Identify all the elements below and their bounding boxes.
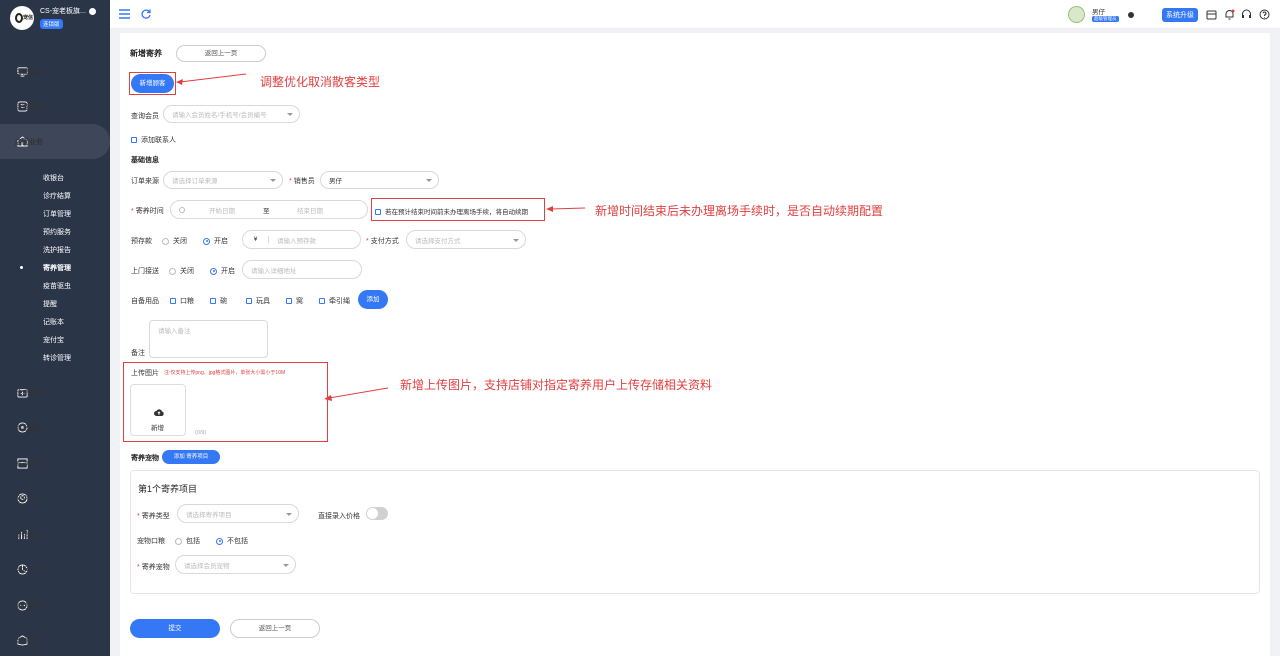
annotation-2: 新增时间结束后未办理离场手续时，是否自动续期配置 xyxy=(595,204,884,218)
annotation-3: 新增上传图片，支持店铺对指定寄养用户上传存储相关资料 xyxy=(400,378,713,392)
annotation-1: 调整优化取消散客类型 xyxy=(260,75,381,89)
annotation-arrows xyxy=(176,73,586,401)
